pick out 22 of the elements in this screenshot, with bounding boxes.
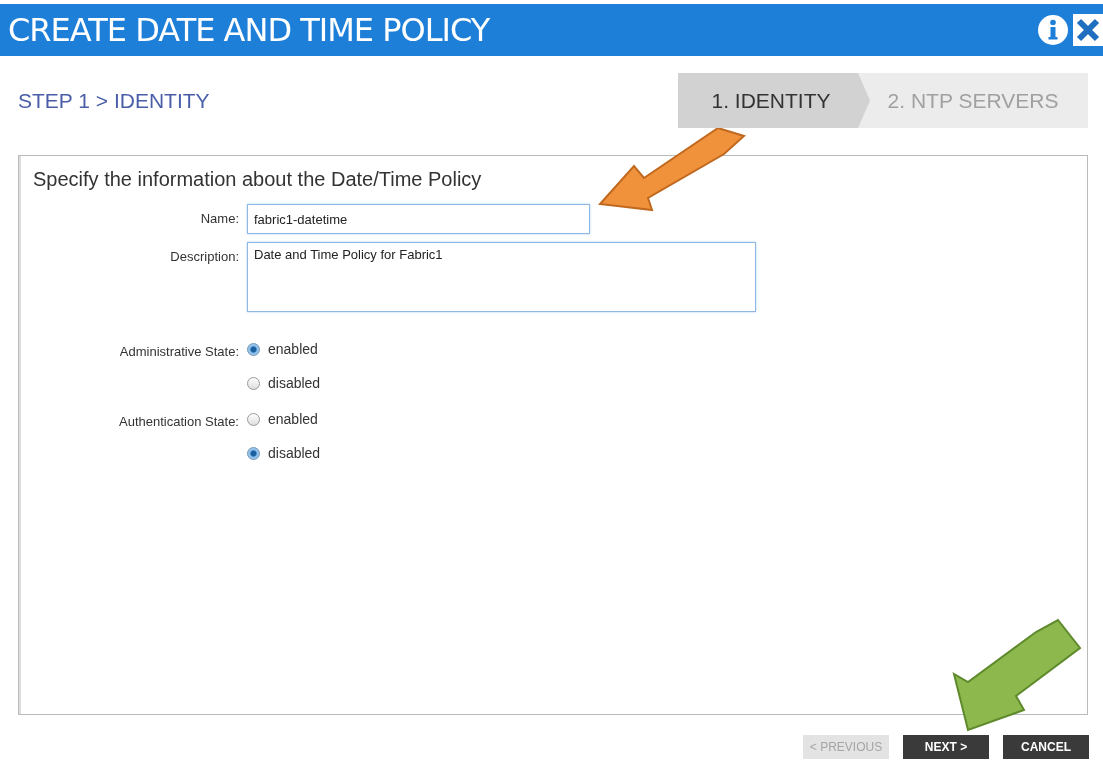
radio-label: enabled [268, 341, 318, 357]
field-label: Administrative State: [118, 343, 239, 359]
radio-button[interactable] [247, 342, 260, 356]
field-label: Description: [169, 248, 239, 264]
radio-button[interactable] [247, 412, 260, 426]
window-title: CREATE DATE AND TIME POLICY [8, 11, 490, 49]
wizard-step-tab[interactable]: 1. IDENTITY [678, 73, 870, 128]
wizard-button[interactable]: NEXT > [903, 735, 989, 759]
info-icon[interactable] [1037, 14, 1069, 46]
radio-label: disabled [268, 375, 321, 391]
step-heading: STEP 1 > IDENTITY [18, 88, 210, 113]
radio-button[interactable] [247, 376, 260, 390]
radio-button[interactable] [247, 446, 260, 460]
radio-label: disabled [268, 445, 321, 461]
wizard-button[interactable]: CANCEL [1003, 735, 1089, 759]
field-label: Authentication State: [118, 413, 239, 429]
radio-label: enabled [268, 411, 318, 427]
name-field[interactable]: fabric1-datetime [247, 204, 590, 234]
form-heading: Specify the information about the Date/Time Policy [33, 168, 483, 191]
close-icon[interactable] [1073, 14, 1103, 46]
field-label: Name: [199, 210, 239, 226]
description-field[interactable]: Date and Time Policy for Fabric1 [247, 242, 756, 312]
